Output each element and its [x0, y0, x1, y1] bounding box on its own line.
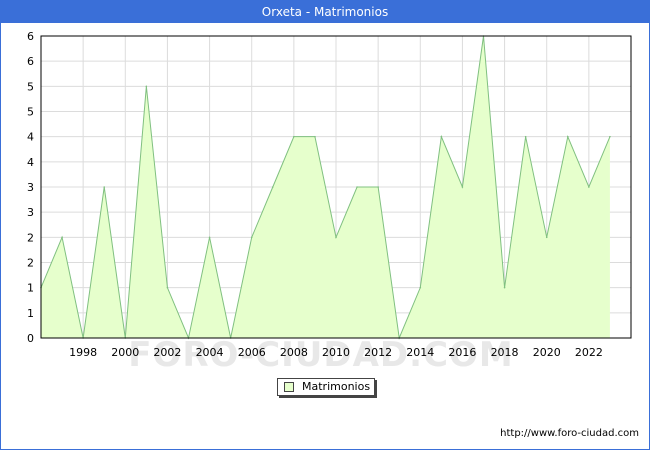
x-tick-label: 2002 [153, 346, 181, 359]
y-tick-label: 3 [27, 206, 34, 219]
x-tick-label: 2016 [448, 346, 476, 359]
chart-frame: Orxeta - Matrimonios FORO-CIUDAD.COM 199… [0, 0, 650, 450]
data-point [440, 135, 443, 138]
y-tick-label: 1 [27, 307, 34, 320]
y-axis-ticks: 0 1 1 2 2 3 3 4 4 5 5 6 6 [27, 30, 34, 345]
data-point [145, 85, 148, 88]
x-tick-label: 2010 [322, 346, 350, 359]
data-point [61, 236, 63, 239]
source-url: http://www.foro-ciudad.com [500, 428, 639, 439]
y-tick-label: 5 [27, 106, 34, 119]
x-tick-label: 2018 [491, 346, 519, 359]
y-tick-label: 4 [27, 131, 34, 144]
data-point [250, 236, 253, 239]
legend-swatch [284, 382, 294, 392]
legend-label: Matrimonios [302, 380, 371, 393]
x-tick-label: 2000 [111, 346, 139, 359]
y-tick-label: 0 [27, 332, 34, 345]
data-point [314, 135, 316, 138]
x-tick-label: 2006 [238, 346, 266, 359]
y-tick-label: 4 [27, 156, 34, 169]
y-tick-label: 5 [27, 80, 34, 93]
legend: Matrimonios [277, 378, 375, 396]
data-point [461, 186, 464, 188]
x-tick-label: 2008 [280, 346, 308, 359]
data-point [103, 186, 106, 188]
y-tick-label: 2 [27, 257, 34, 270]
x-tick-label: 2020 [533, 346, 561, 359]
data-point [524, 135, 527, 138]
x-tick-label: 2004 [196, 346, 224, 359]
x-tick-label: 2022 [575, 346, 603, 359]
y-tick-label: 6 [27, 55, 34, 68]
data-point [588, 186, 590, 188]
data-point [271, 186, 274, 188]
data-point [609, 135, 611, 138]
data-point [166, 286, 169, 289]
y-tick-label: 6 [27, 30, 34, 43]
x-tick-label: 1998 [69, 346, 97, 359]
y-tick-label: 2 [27, 231, 34, 244]
data-point [377, 186, 379, 188]
data-point [545, 236, 548, 239]
data-point [293, 135, 295, 138]
data-point [419, 286, 422, 289]
data-point [208, 236, 211, 239]
x-tick-label: 2014 [406, 346, 434, 359]
data-point [503, 286, 506, 289]
data-point [566, 135, 569, 138]
data-point [335, 236, 337, 239]
y-tick-label: 1 [27, 282, 34, 295]
y-tick-label: 3 [27, 181, 34, 194]
x-tick-label: 2012 [364, 346, 392, 359]
data-point [356, 186, 358, 188]
